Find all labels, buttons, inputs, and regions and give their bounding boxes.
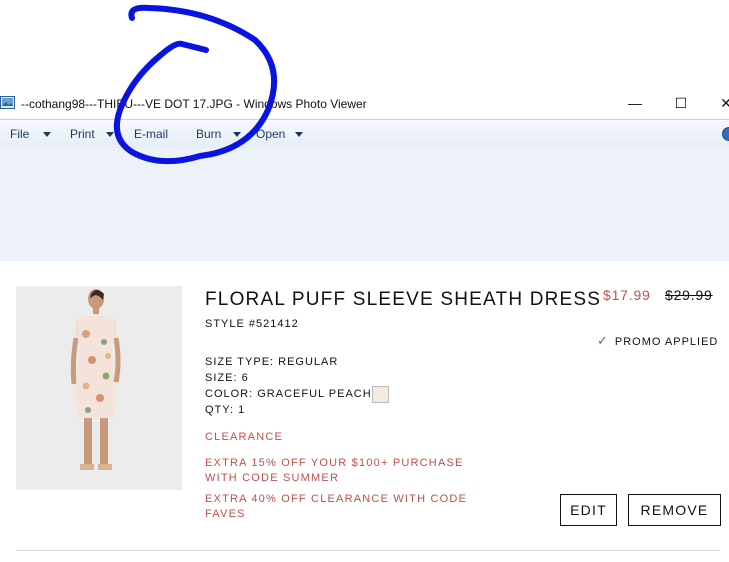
offer-1-line-1: EXTRA 15% OFF YOUR $100+ PURCHASE <box>205 457 464 469</box>
remove-button[interactable]: REMOVE <box>628 494 721 526</box>
qty-value: 1 <box>238 404 246 416</box>
color-label: COLOR: <box>205 388 254 400</box>
size-value: 6 <box>241 372 249 384</box>
help-icon[interactable] <box>722 127 729 141</box>
size-row: SIZE: 6 <box>205 372 249 384</box>
checkmark-icon: ✓ <box>597 333 609 348</box>
color-swatch <box>372 386 389 403</box>
qty-row: QTY: 1 <box>205 404 245 416</box>
menu-file[interactable]: File <box>10 127 29 141</box>
menu-print[interactable]: Print <box>70 127 95 141</box>
burn-chevron-down-icon[interactable] <box>233 132 241 137</box>
dress-model-illustration <box>16 286 182 490</box>
photo-viewer-icon <box>0 96 15 109</box>
product-image <box>16 286 182 490</box>
size-type-value: REGULAR <box>278 356 339 368</box>
print-chevron-down-icon[interactable] <box>106 132 114 137</box>
size-type-row: SIZE TYPE: REGULAR <box>205 356 338 368</box>
color-row: COLOR: GRACEFUL PEACH <box>205 388 372 400</box>
title-bar: --cothang98---THIEU---VE DOT 17.JPG - Wi… <box>0 90 729 118</box>
viewer-background <box>0 148 729 261</box>
product-title[interactable]: FLORAL PUFF SLEEVE SHEATH DRESS <box>205 289 601 311</box>
offer-2-line-2: FAVES <box>205 508 246 520</box>
close-button[interactable]: ✕ <box>716 94 729 112</box>
file-chevron-down-icon[interactable] <box>43 132 51 137</box>
qty-label: QTY: <box>205 404 235 416</box>
menu-burn[interactable]: Burn <box>196 127 221 141</box>
style-number: STYLE #521412 <box>205 318 299 330</box>
menu-email[interactable]: E-mail <box>134 127 168 141</box>
menu-bar: File Print E-mail Burn Open <box>0 119 729 149</box>
offer-2-line-1: EXTRA 40% OFF CLEARANCE WITH CODE <box>205 493 468 505</box>
clearance-label: CLEARANCE <box>205 431 284 443</box>
window-title: --cothang98---THIEU---VE DOT 17.JPG - Wi… <box>21 97 367 111</box>
color-value: GRACEFUL PEACH <box>257 388 372 400</box>
edit-button[interactable]: EDIT <box>560 494 617 526</box>
promo-label: PROMO APPLIED <box>614 336 719 348</box>
original-price: $29.99 <box>665 287 713 303</box>
promo-applied: ✓ PROMO APPLIED <box>597 333 718 349</box>
offer-1-line-2: WITH CODE SUMMER <box>205 472 340 484</box>
divider <box>16 550 720 551</box>
open-chevron-down-icon[interactable] <box>295 132 303 137</box>
maximize-button[interactable]: ☐ <box>671 94 691 112</box>
size-label: SIZE: <box>205 372 238 384</box>
menu-open[interactable]: Open <box>256 127 285 141</box>
minimize-button[interactable]: — <box>625 94 645 112</box>
size-type-label: SIZE TYPE: <box>205 356 275 368</box>
sale-price: $17.99 <box>603 287 651 303</box>
